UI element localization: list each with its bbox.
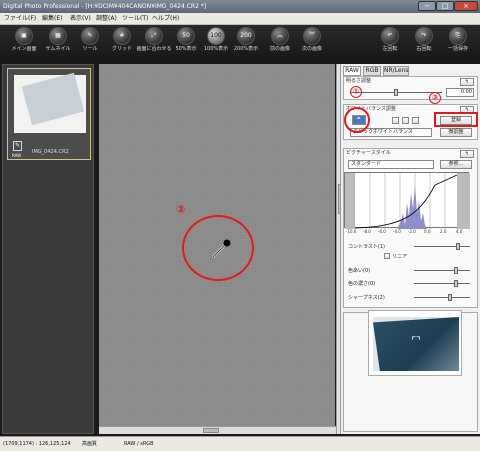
maximize-button[interactable]: □ [436, 1, 454, 11]
next-image-icon: ︾ [303, 27, 321, 45]
zoom-100-icon: 100 [207, 27, 225, 45]
close-button[interactable]: × [454, 1, 478, 11]
rotate-left-button[interactable]: ↶ 左回転 [372, 27, 408, 61]
brightness-section: 明るさ調整 ↰ 0.00 [343, 76, 478, 100]
batch-save-button[interactable]: ⎘ 一括保存 [440, 27, 476, 61]
tool-button[interactable]: ✎ ツール [72, 27, 108, 61]
rotate-right-icon: ↷ [415, 27, 433, 45]
next-image-button[interactable]: ︾ 次の画像 [294, 27, 330, 61]
tone-curve-histogram[interactable] [344, 172, 470, 229]
fit-screen-icon: ⤢ [145, 27, 163, 45]
rotate-left-icon: ↶ [381, 27, 399, 45]
menu-view[interactable]: 表示(V) [70, 13, 91, 25]
contrast-slider[interactable] [456, 243, 460, 250]
histogram-graph [345, 173, 470, 229]
status-bar: (1709,1174) : 126,125,124 高画質 RAW / sRGB [0, 436, 480, 451]
annotation-circle-1 [344, 107, 370, 133]
brightness-value[interactable]: 0.00 [446, 88, 474, 97]
horizontal-scrollbar[interactable] [99, 426, 336, 434]
menu-adjust[interactable]: 調整(A) [96, 13, 117, 25]
app-window: Digital Photo Professional - [H:¥DCIM¥40… [0, 0, 480, 451]
fit-screen-button[interactable]: ⤢ 画面に合わせる [136, 27, 172, 61]
tone-label: 色あい(0) [348, 268, 371, 274]
sharpness-label: シャープネス(2) [348, 295, 385, 301]
annotation-rect-3 [434, 112, 478, 127]
tool-icon: ✎ [81, 27, 99, 45]
zoom-200-button[interactable]: 200 200%表示 [228, 27, 264, 61]
thumbnail-image [14, 72, 86, 133]
brightness-title: 明るさ調整 [346, 78, 372, 84]
annotation-number-3: ③ [429, 92, 441, 104]
main-window-icon: ▣ [15, 27, 33, 45]
brightness-reset-button[interactable]: ↰ [460, 78, 474, 86]
tone-slider[interactable] [454, 267, 458, 274]
tab-nr-lens[interactable]: NR/Lens [383, 66, 409, 76]
navigator-preview[interactable]: ⌜⌝ [368, 310, 462, 376]
wb-step-2[interactable] [402, 117, 409, 124]
tab-rgb[interactable]: RGB [363, 66, 381, 76]
edit-mark-icon: ✎ [13, 141, 22, 151]
rotate-right-button[interactable]: ↷ 右回転 [406, 27, 442, 61]
menu-bar: ファイル(F) 編集(E) 表示(V) 調整(A) ツール(T) ヘルプ(H) [0, 13, 480, 25]
thumbnail-icon: ▦ [49, 27, 67, 45]
zoom-200-icon: 200 [237, 27, 255, 45]
previous-image-icon: ︽ [271, 27, 289, 45]
histogram-axis: -10.0 -8.0 -6.0 -4.0 -2.0 0.0 2.0 4.0 [346, 229, 463, 234]
picture-style-select[interactable]: スタンダード [348, 160, 434, 169]
tab-raw[interactable]: RAW [343, 66, 361, 76]
saturation-label: 色の濃さ(0) [348, 281, 376, 287]
browse-button[interactable]: 参照... [440, 160, 472, 169]
sharpness-slider[interactable] [448, 294, 452, 301]
menu-help[interactable]: ヘルプ(H) [152, 13, 179, 25]
window-title: Digital Photo Professional - [H:¥DCIM¥40… [3, 3, 207, 10]
annotation-number-1: ① [350, 86, 362, 98]
thumbnail-item[interactable]: ✎ IMG_0424.CR2 RAW [7, 68, 91, 160]
annotation-circle-2 [182, 215, 254, 281]
status-colorspace: RAW / sRGB [124, 441, 154, 447]
thumbnail-panel: ✎ IMG_0424.CR2 RAW [2, 64, 94, 434]
picture-style-title: ピクチャースタイル [346, 150, 391, 156]
minimize-button[interactable]: − [418, 1, 436, 11]
preview-image: ⌜⌝ [373, 317, 459, 371]
contrast-label: コントラスト(1) [348, 244, 385, 250]
menu-edit[interactable]: 編集(E) [42, 13, 62, 25]
raw-badge: RAW [12, 153, 22, 158]
grid-button[interactable]: # グリッド [104, 27, 140, 61]
linear-checkbox[interactable] [384, 253, 390, 259]
title-bar: Digital Photo Professional - [H:¥DCIM¥40… [0, 0, 480, 13]
fine-tune-button[interactable]: 微調整 [440, 128, 472, 137]
focus-frame-icon: ⌜⌝ [411, 336, 421, 347]
picture-style-reset-button[interactable]: ↰ [460, 150, 474, 158]
saturation-slider[interactable] [454, 280, 458, 287]
thumbnail-filename: IMG_0424.CR2 [32, 149, 69, 155]
brightness-slider[interactable] [394, 89, 398, 96]
previous-image-button[interactable]: ︽ 前の画像 [262, 27, 298, 61]
grid-icon: # [113, 27, 131, 45]
wb-step-1[interactable] [392, 117, 399, 124]
menu-tools[interactable]: ツール(T) [122, 13, 148, 25]
thumbnail-button[interactable]: ▦ サムネイル [40, 27, 76, 61]
zoom-50-icon: 50 [177, 27, 195, 45]
annotation-number-2: ② [176, 203, 186, 216]
main-window-button[interactable]: ▣ メイン画面 [6, 27, 42, 61]
wb-step-3[interactable] [412, 117, 419, 124]
menu-file[interactable]: ファイル(F) [4, 13, 36, 25]
batch-save-icon: ⎘ [449, 27, 467, 45]
status-quality: 高画質 [82, 441, 98, 447]
toolbar: ▣ メイン画面 ▦ サムネイル ✎ ツール # グリッド ⤢ 画面に合わせる 5… [0, 25, 480, 63]
linear-label: リニア [392, 254, 408, 260]
status-coords: (1709,1174) : 126,125,124 [3, 441, 71, 447]
